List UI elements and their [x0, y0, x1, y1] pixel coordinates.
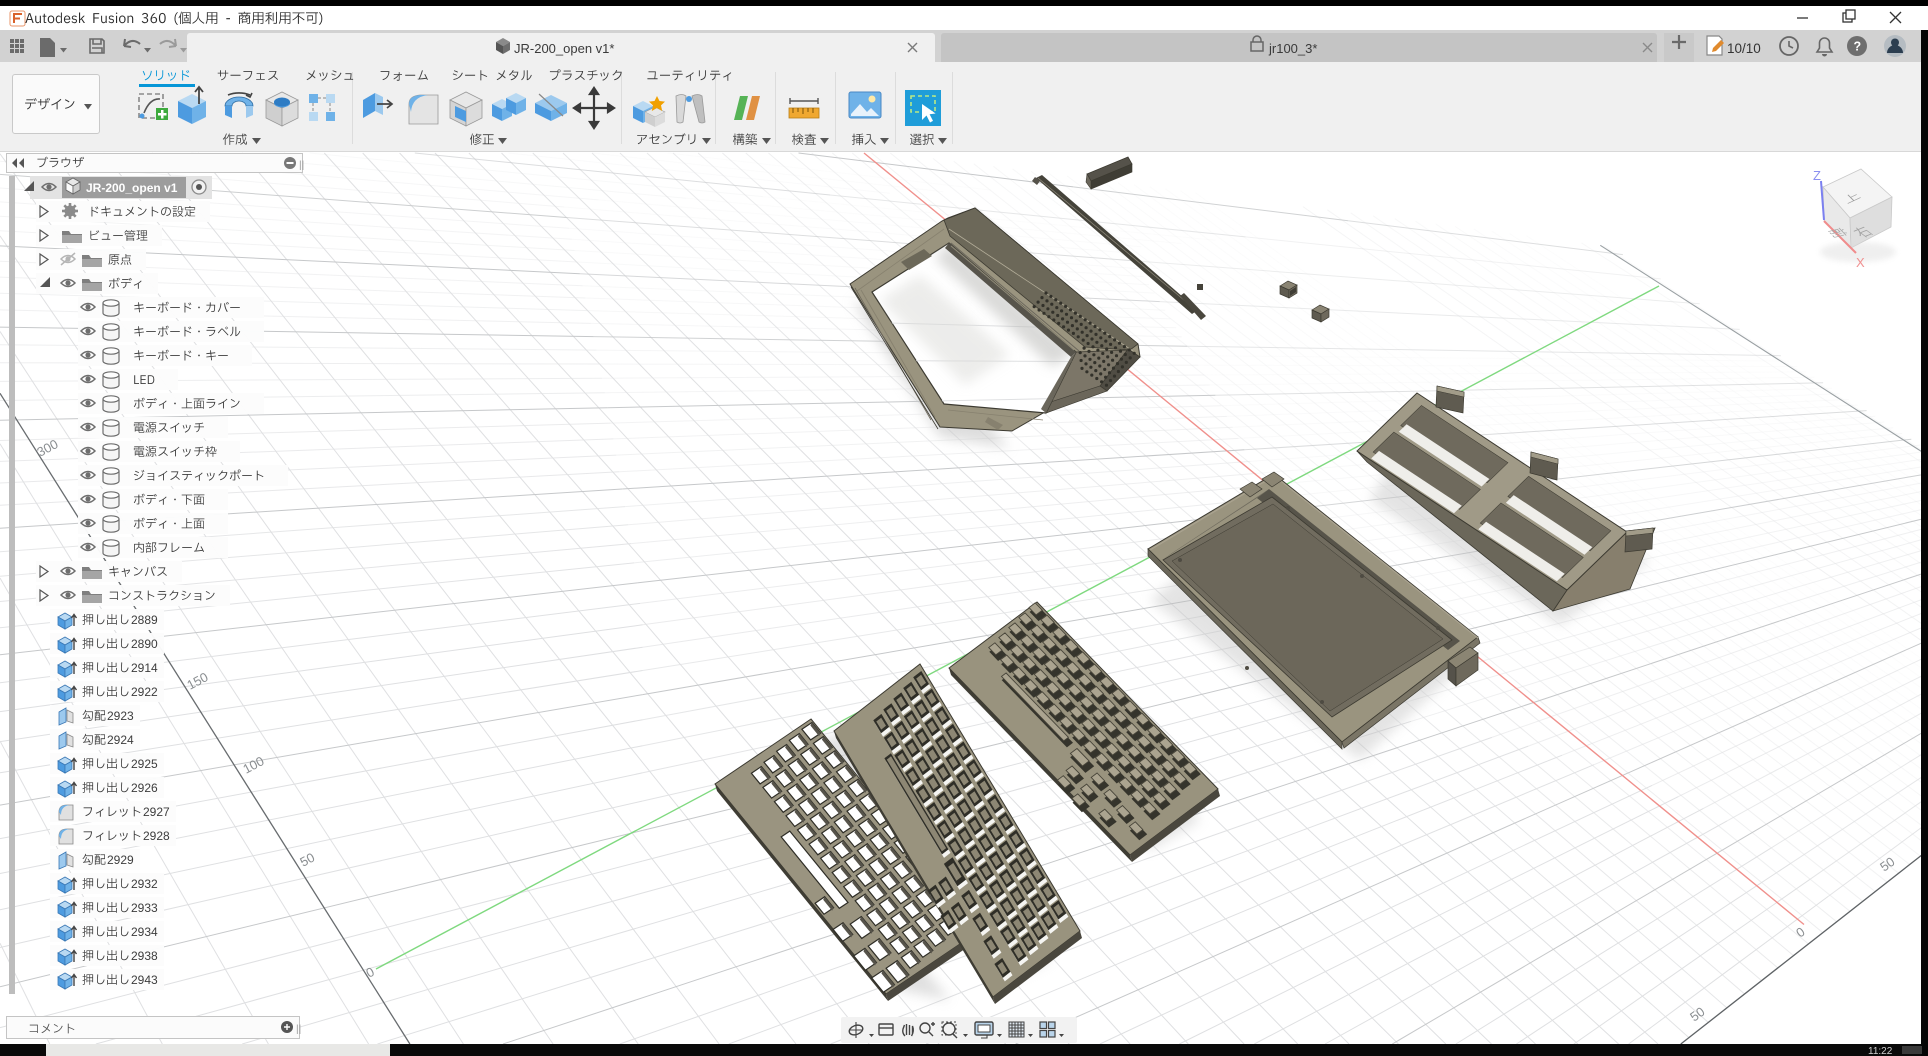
svg-text:Z: Z [1813, 168, 1821, 183]
svg-text:X: X [1856, 255, 1865, 270]
